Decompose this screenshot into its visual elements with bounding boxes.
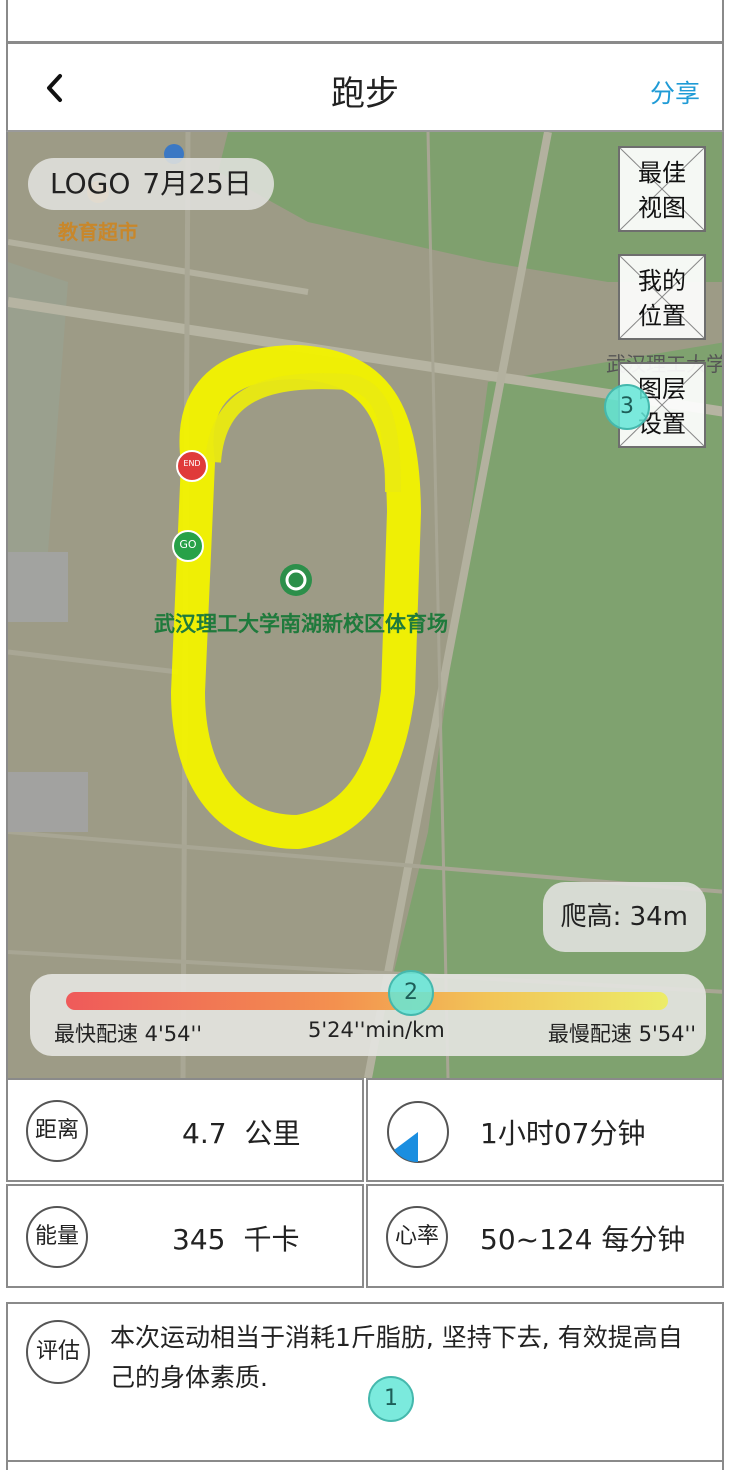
fastest-pace: 最快配速 4'54'' [54, 1022, 203, 1046]
heart-rate-cell: 心率 50~124 每分钟 [366, 1184, 724, 1288]
distance-icon: 距离 [26, 1100, 88, 1162]
status-bar [6, 0, 724, 44]
logo-text: LOGO [50, 167, 131, 200]
run-date: 7月25日 [142, 167, 252, 200]
nav-bar: 跑步 分享 [6, 44, 724, 132]
stats-grid: 距离 4.7 公里 1小时07分钟 能量 345 千卡 心率 50~124 每分钟 [6, 1078, 724, 1290]
page-title: 跑步 [331, 74, 399, 114]
my-location-label-2: 位置 [638, 302, 686, 330]
duration-value: 1小时07分钟 [480, 1117, 646, 1150]
poi-label-supermarket: 教育超市 [58, 220, 138, 244]
my-location-button[interactable]: 我的 位置 [618, 254, 706, 340]
poi-label-stadium: 武汉理工大学南湖新校区体育场 [154, 612, 448, 636]
distance-value: 4.7 [182, 1117, 227, 1150]
distance-unit: 公里 [244, 1117, 301, 1150]
bottom-divider [6, 1460, 724, 1470]
climb-info: 爬高: 34m [542, 882, 706, 952]
heart-rate-icon: 心率 [386, 1206, 448, 1268]
route-map[interactable]: 教育超市 武汉理工大学 武汉理工大学南湖新校区体育场 END GO LOGO7月… [6, 132, 724, 1078]
energy-cell: 能量 345 千卡 [6, 1184, 364, 1288]
clock-icon [387, 1101, 449, 1163]
logo-date-pill: LOGO 7月25日 [28, 158, 274, 210]
energy-unit: 千卡 [243, 1223, 300, 1256]
pace-card: 最快配速 4'54'' 5'24''min/km 最慢配速 5'54'' 2 [30, 970, 706, 1056]
end-marker-label: END [183, 459, 201, 468]
annotation-badge-2: 2 [388, 970, 434, 1016]
duration-cell: 1小时07分钟 [366, 1078, 724, 1182]
annotation-badge-1: 1 [368, 1376, 414, 1422]
assessment-icon: 评估 [26, 1320, 90, 1384]
pace-gradient-bar [66, 992, 668, 1010]
assessment-section: 评估 本次运动相当于消耗1斤脂肪, 坚持下去, 有效提高自己的身体素质. 1 [6, 1302, 724, 1462]
energy-icon: 能量 [26, 1206, 88, 1268]
annotation-badge-3: 3 [604, 384, 650, 430]
best-view-label-2: 视图 [638, 194, 686, 222]
best-view-label-1: 最佳 [638, 159, 686, 187]
share-button[interactable]: 分享 [650, 74, 700, 110]
best-view-button[interactable]: 最佳 视图 [618, 146, 706, 232]
heart-rate-value: 50~124 每分钟 [480, 1223, 686, 1256]
energy-value: 345 [172, 1223, 226, 1256]
start-marker-label: GO [179, 538, 197, 551]
average-pace: 5'24''min/km [308, 1018, 445, 1042]
my-location-label-1: 我的 [638, 267, 686, 295]
distance-cell: 距离 4.7 公里 [6, 1078, 364, 1182]
slowest-pace: 最慢配速 5'54'' [547, 1022, 696, 1046]
